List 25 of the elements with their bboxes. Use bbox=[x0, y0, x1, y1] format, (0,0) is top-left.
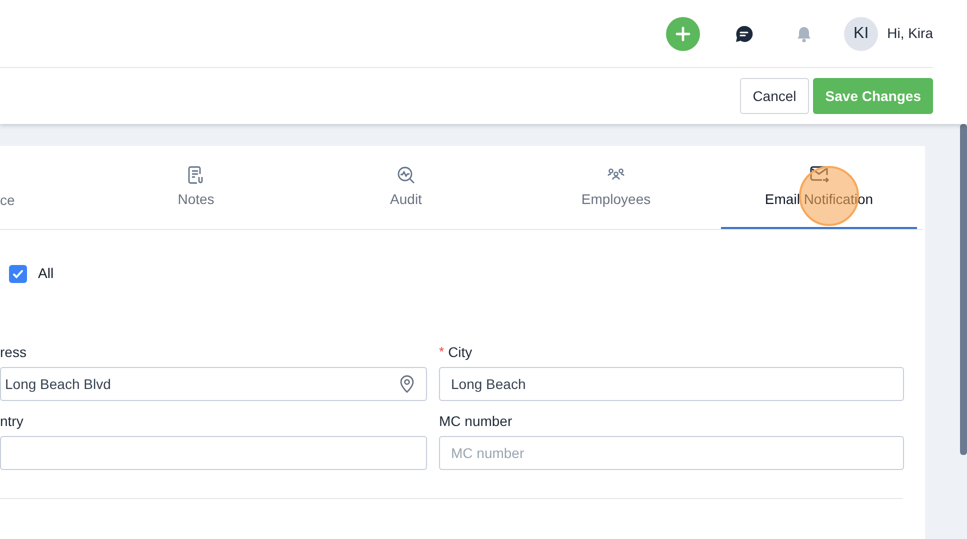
tab[interactable]: ce bbox=[0, 146, 91, 229]
add-button[interactable] bbox=[666, 16, 700, 50]
user-avatar[interactable]: KI bbox=[844, 16, 878, 50]
tab[interactable]: Employees bbox=[511, 146, 721, 229]
field-label: ress bbox=[0, 342, 26, 362]
input-field[interactable]: Long Beach Blvd bbox=[0, 367, 427, 401]
tab[interactable]: Audit bbox=[301, 146, 511, 229]
input-field[interactable]: Long Beach bbox=[439, 367, 904, 401]
cancel-button[interactable]: Cancel bbox=[740, 78, 810, 114]
chart-search-icon bbox=[396, 165, 416, 185]
user-greeting: Hi, Kira bbox=[887, 24, 933, 43]
field-label: MC number bbox=[439, 412, 512, 430]
checkbox[interactable] bbox=[9, 264, 27, 282]
tab[interactable]: Email Notification bbox=[721, 146, 917, 229]
tab[interactable]: Notes bbox=[91, 146, 301, 229]
location-pin-icon bbox=[399, 375, 415, 393]
scrollbar-thumb[interactable] bbox=[960, 124, 967, 455]
check-icon bbox=[12, 268, 24, 280]
input-field[interactable]: MC number bbox=[439, 436, 904, 470]
input-field[interactable] bbox=[0, 436, 427, 470]
required-mark: * bbox=[439, 343, 444, 362]
plus-icon bbox=[675, 26, 692, 42]
field-label: ntry bbox=[0, 412, 24, 431]
field-label: City bbox=[448, 342, 472, 362]
checkbox-label: All bbox=[38, 264, 54, 283]
